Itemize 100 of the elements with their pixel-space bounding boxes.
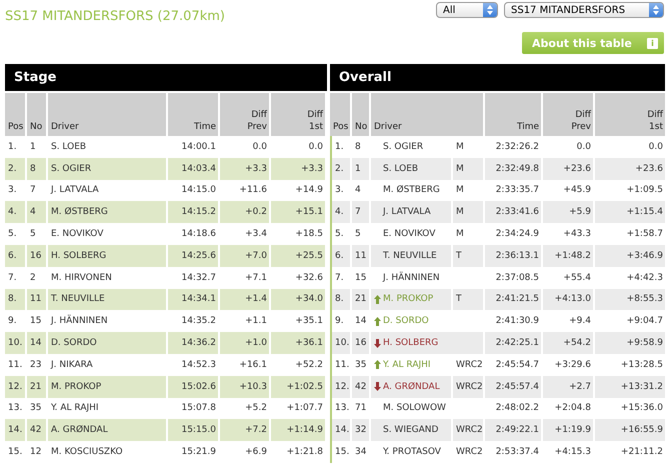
driver-name: H. SOLBERG [383,338,438,348]
table-cell: 14:15.2 [168,201,218,224]
table-cell: 6. [5,244,25,267]
dropdown[interactable]: SS17 MITANDERSFORS [504,2,664,18]
driver-name: M. ØSTBERG [383,185,440,196]
column-header: Diff 1st [271,93,325,136]
table-cell: 4. [330,201,350,224]
column-header: Pos [5,93,25,136]
driver-name: J. LATVALA [383,207,431,218]
table-cell: 35 [27,398,46,420]
driver-name: E. NOVIKOV [383,229,436,240]
table-cell: +1:07.7 [271,398,325,420]
table-cell: +1:09.5 [595,180,665,202]
table-cell: 4 [352,180,369,202]
table-cell: WRC2 [453,376,483,398]
table-cell: 71 [352,398,369,420]
table-cell: +15:36.0 [595,398,665,420]
up-arrow-icon [374,294,381,304]
table-cell: 2. [330,158,350,180]
table-cell: +2:04.8 [543,398,593,420]
table-cell: +1:14.9 [271,419,325,442]
table-cell: +16:55.9 [595,419,665,442]
table-cell: 2:33:35.7 [485,180,541,202]
table-cell: 3. [5,180,25,202]
driver-name: Y. PROTASOV [383,447,441,458]
column-header: No [352,93,369,136]
table-cell: +15.1 [271,201,325,224]
table-cell: +1.4 [220,288,269,310]
table-cell: +4:13.0 [543,288,593,310]
table-cell: T. NEUVILLE [48,288,166,310]
table-cell: 14. [330,419,350,442]
table-cell: 12. [5,376,25,398]
up-arrow-icon [374,360,381,370]
table-cell: +5.9 [543,201,593,224]
table-cell: S. OGIER [48,158,166,180]
table-cell: +36.1 [271,332,325,354]
table-cell: 11. [330,354,350,376]
dropdown[interactable]: All [436,2,498,18]
table-cell: 8. [5,288,25,310]
table-cell: M. PROKOP [48,376,166,398]
table-cell: 2:41:21.5 [485,288,541,310]
table-cell: T [453,244,483,267]
column-header: Diff 1st [595,93,665,136]
column-header: Diff Prev [543,93,593,136]
table-cell: 10. [330,332,350,354]
table-cell: 4. [5,201,25,224]
table-cell: 2:33:41.6 [485,201,541,224]
table-cell: 14:34.1 [168,288,218,310]
table-cell: +23.6 [595,158,665,180]
table-cell: +23.6 [543,158,593,180]
column-header: Time [168,93,218,136]
driver-name: A. GRØNDAL [383,382,440,392]
table-cell: +13:31.2 [595,376,665,398]
table-cell: 14:36.2 [168,332,218,354]
table-cell: 15:07.8 [168,398,218,420]
table-cell: 2:42:25.1 [485,332,541,354]
table-cell: 15. [330,441,350,463]
info-icon: i [647,38,658,48]
table-cell: 42 [27,419,46,442]
table-cell: M. ØSTBERG [48,201,166,224]
table-cell: 42 [352,376,369,398]
driver-name: D. SORDO [383,316,429,326]
down-arrow-icon [374,338,381,348]
table-cell: 16 [27,244,46,267]
driver-name: S. WIEGAND [383,425,438,436]
table-cell: +0.2 [220,201,269,224]
table-cell: 32 [352,419,369,442]
table-cell: +1:15.4 [595,201,665,224]
table-cell: +25.5 [271,244,325,267]
table-cell: 13. [5,398,25,420]
driver-name: M. PROKOP [383,294,434,304]
table-cell: 14:03.4 [168,158,218,180]
table-cell: T [453,288,483,310]
table-cell: +34.0 [271,288,325,310]
stepper-icon [653,5,659,15]
table-cell: 2:36:13.1 [485,244,541,267]
table-cell: 13. [330,398,350,420]
table-cell: 10. [5,332,25,354]
stage-subtitle: SS17 MITANDERSFORS (27.07km) [5,9,225,24]
column-header: Pos [330,93,350,136]
table-cell: +2.7 [543,376,593,398]
table-cell: +3.3 [220,158,269,180]
table-cell: +7.0 [220,244,269,267]
table-cell: 8 [27,158,46,180]
table-cell: 14. [5,419,25,442]
table-cell: +5.2 [220,398,269,420]
table-cell: +1.0 [220,332,269,354]
table-cell: 11 [352,244,369,267]
stepper-icon [487,5,493,15]
table-cell: 2:48:02.2 [485,398,541,420]
table-cell: +1:19.9 [543,419,593,442]
driver-name: J. HÄNNINEN [383,272,440,283]
driver-name: T. NEUVILLE [383,250,437,261]
section-header: Stage [5,64,327,91]
table-cell: +1:02.5 [271,376,325,398]
table-cell: 3. [330,180,350,202]
table-cell: D. SORDO [48,332,166,354]
driver-name: S. OGIER [383,142,424,152]
table-cell: 7 [27,180,46,202]
table-cell: +7.2 [220,419,269,442]
